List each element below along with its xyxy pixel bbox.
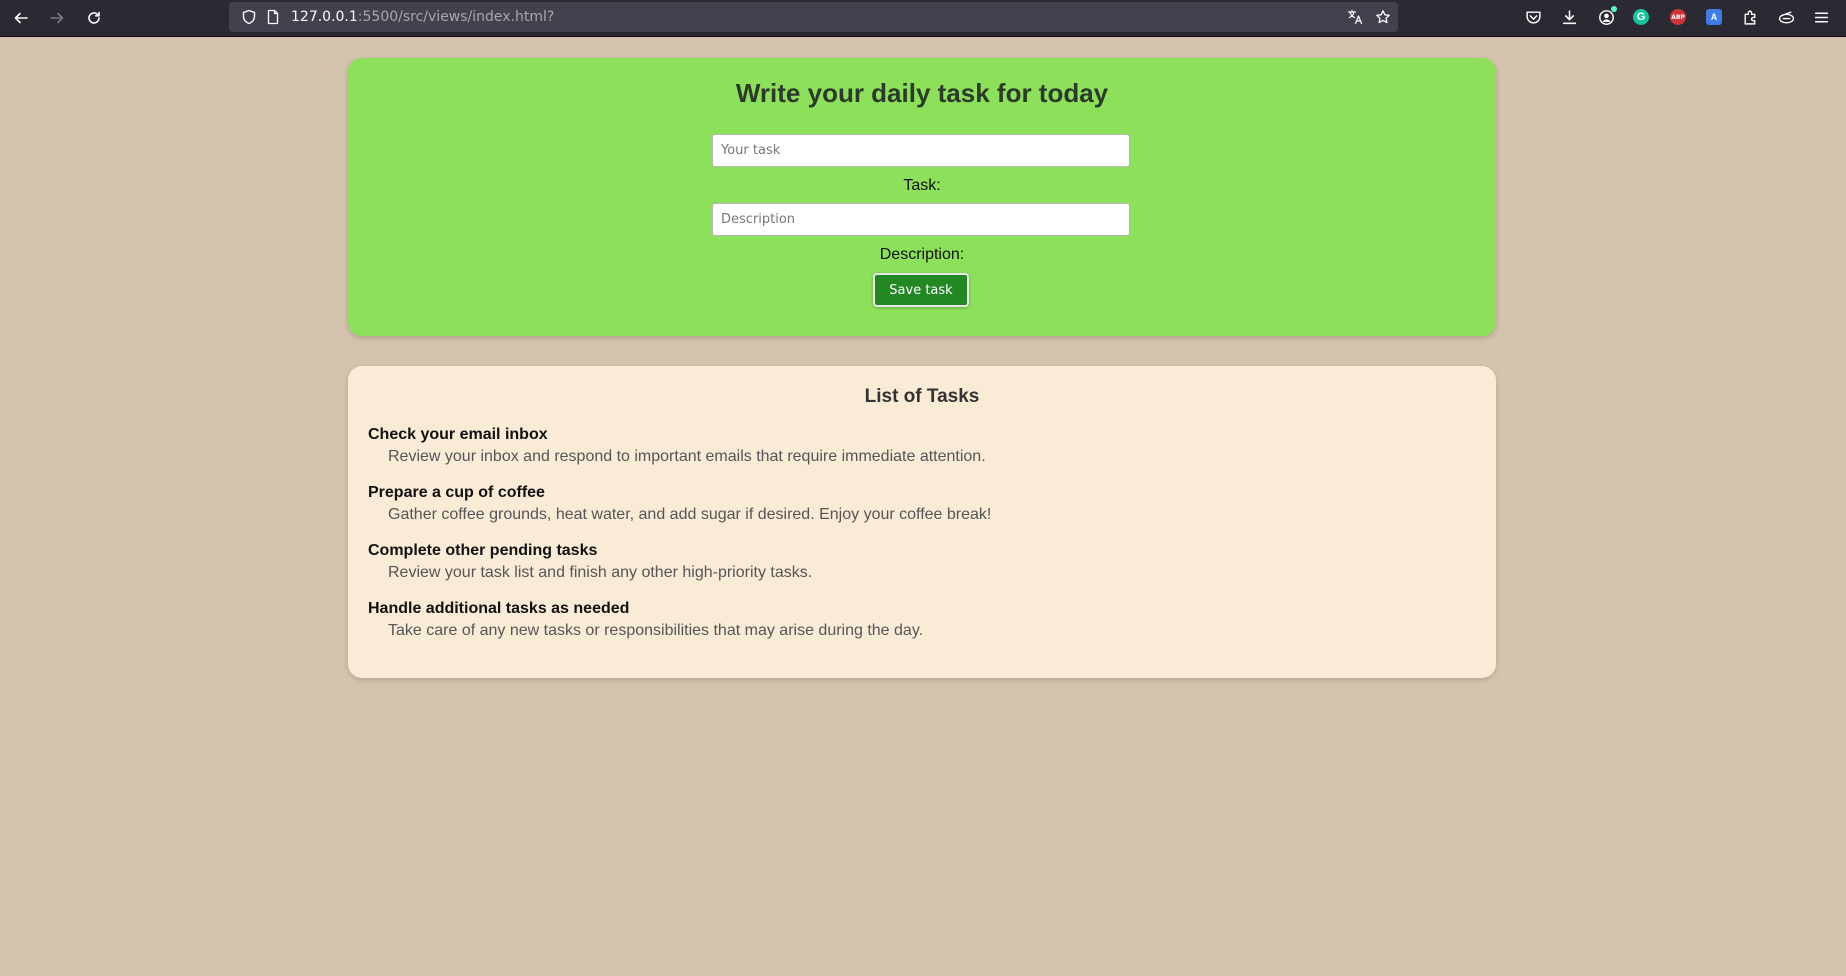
task-description: Gather coffee grounds, heat water, and a…: [388, 506, 992, 523]
task-title: Check your email inbox: [368, 426, 548, 443]
reload-button[interactable]: [81, 5, 107, 31]
task-form-card: Write your daily task for today Task: De…: [348, 58, 1496, 336]
extensions-puzzle-icon[interactable]: [1741, 8, 1759, 26]
description-label: Description:: [879, 246, 965, 263]
list-title: List of Tasks: [864, 386, 980, 407]
abp-badge: ABP: [1670, 9, 1686, 25]
devtools-extension-icon[interactable]: [1777, 8, 1795, 26]
menu-hamburger-icon[interactable]: [1812, 8, 1830, 26]
shield-icon[interactable]: [241, 9, 257, 25]
adblock-plus-icon[interactable]: ABP: [1669, 8, 1687, 26]
task-description: Review your task list and finish any oth…: [388, 564, 813, 581]
account-icon[interactable]: [1597, 6, 1617, 26]
task-input[interactable]: [712, 134, 1130, 167]
form-title: Write your daily task for today: [735, 78, 1109, 108]
task-description: Take care of any new tasks or responsibi…: [388, 622, 924, 639]
task-title: Prepare a cup of coffee: [368, 484, 545, 501]
bookmark-star-icon[interactable]: [1375, 9, 1391, 25]
notification-dot: [1611, 6, 1617, 12]
url-path: :5500/src/views/index.html?: [357, 9, 555, 25]
grammarly-badge: G: [1633, 9, 1649, 25]
url-host: 127.0.0.1: [291, 9, 358, 25]
arrow-right-icon: [50, 12, 64, 24]
back-button[interactable]: [8, 5, 34, 31]
browser-toolbar: 127.0.0.1:5500/src/views/index.html? G A…: [0, 0, 1846, 37]
address-bar[interactable]: 127.0.0.1:5500/src/views/index.html?: [229, 2, 1398, 32]
list-item: Prepare a cup of coffee Gather coffee gr…: [368, 483, 991, 541]
grammarly-icon[interactable]: G: [1632, 8, 1650, 26]
translate-icon[interactable]: [1347, 9, 1363, 25]
description-input[interactable]: [712, 203, 1130, 236]
task-title: Complete other pending tasks: [368, 542, 598, 559]
task-description: Review your inbox and respond to importa…: [388, 448, 986, 465]
save-task-button[interactable]: Save task: [873, 273, 969, 307]
forward-button[interactable]: [44, 5, 70, 31]
pocket-icon[interactable]: [1524, 8, 1542, 26]
list-item: Complete other pending tasks Review your…: [368, 541, 991, 599]
translate-extension-icon[interactable]: A: [1705, 8, 1723, 26]
translate-badge: A: [1706, 9, 1722, 25]
reload-icon: [88, 11, 100, 24]
url-text[interactable]: 127.0.0.1:5500/src/views/index.html?: [291, 2, 554, 32]
task-list-card: List of Tasks Check your email inbox Rev…: [348, 366, 1496, 678]
arrow-left-icon: [14, 12, 28, 24]
list-item: Check your email inbox Review your inbox…: [368, 425, 991, 483]
task-label: Task:: [903, 177, 941, 194]
download-icon[interactable]: [1560, 8, 1578, 26]
task-list: Check your email inbox Review your inbox…: [368, 425, 991, 657]
list-item: Handle additional tasks as needed Take c…: [368, 599, 991, 657]
page-icon[interactable]: [265, 9, 281, 25]
task-title: Handle additional tasks as needed: [368, 600, 630, 617]
